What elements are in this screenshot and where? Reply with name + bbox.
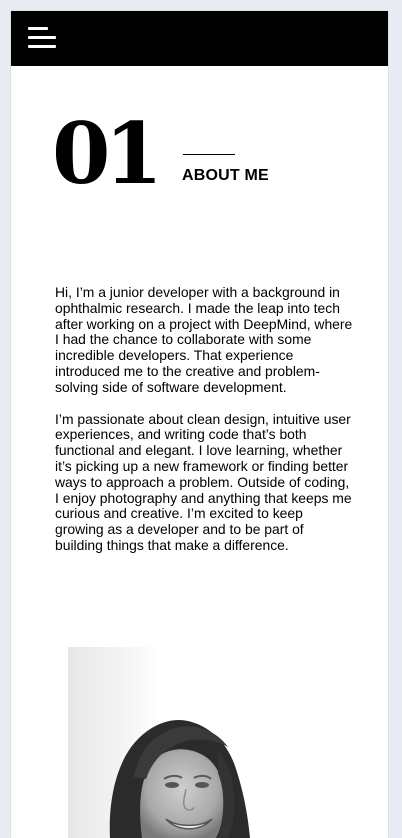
bio-text: Hi, I’m a junior developer with a backgr…	[55, 284, 355, 554]
hamburger-menu-icon[interactable]	[28, 25, 56, 49]
bio-paragraph: Hi, I’m a junior developer with a backgr…	[55, 284, 353, 395]
page-card: 01 ABOUT ME Hi, I’m a junior developer w…	[11, 11, 388, 838]
bio-paragraph: I’m passionate about clean design, intui…	[55, 410, 352, 553]
menu-line	[28, 45, 56, 48]
profile-photo	[68, 647, 258, 838]
title-divider	[183, 154, 235, 155]
section-title: ABOUT ME	[182, 167, 269, 184]
section-number: 01	[52, 104, 163, 203]
top-navigation-bar	[11, 11, 388, 66]
menu-line	[28, 36, 56, 39]
profile-photo-illustration	[68, 647, 258, 838]
menu-line	[28, 27, 48, 30]
